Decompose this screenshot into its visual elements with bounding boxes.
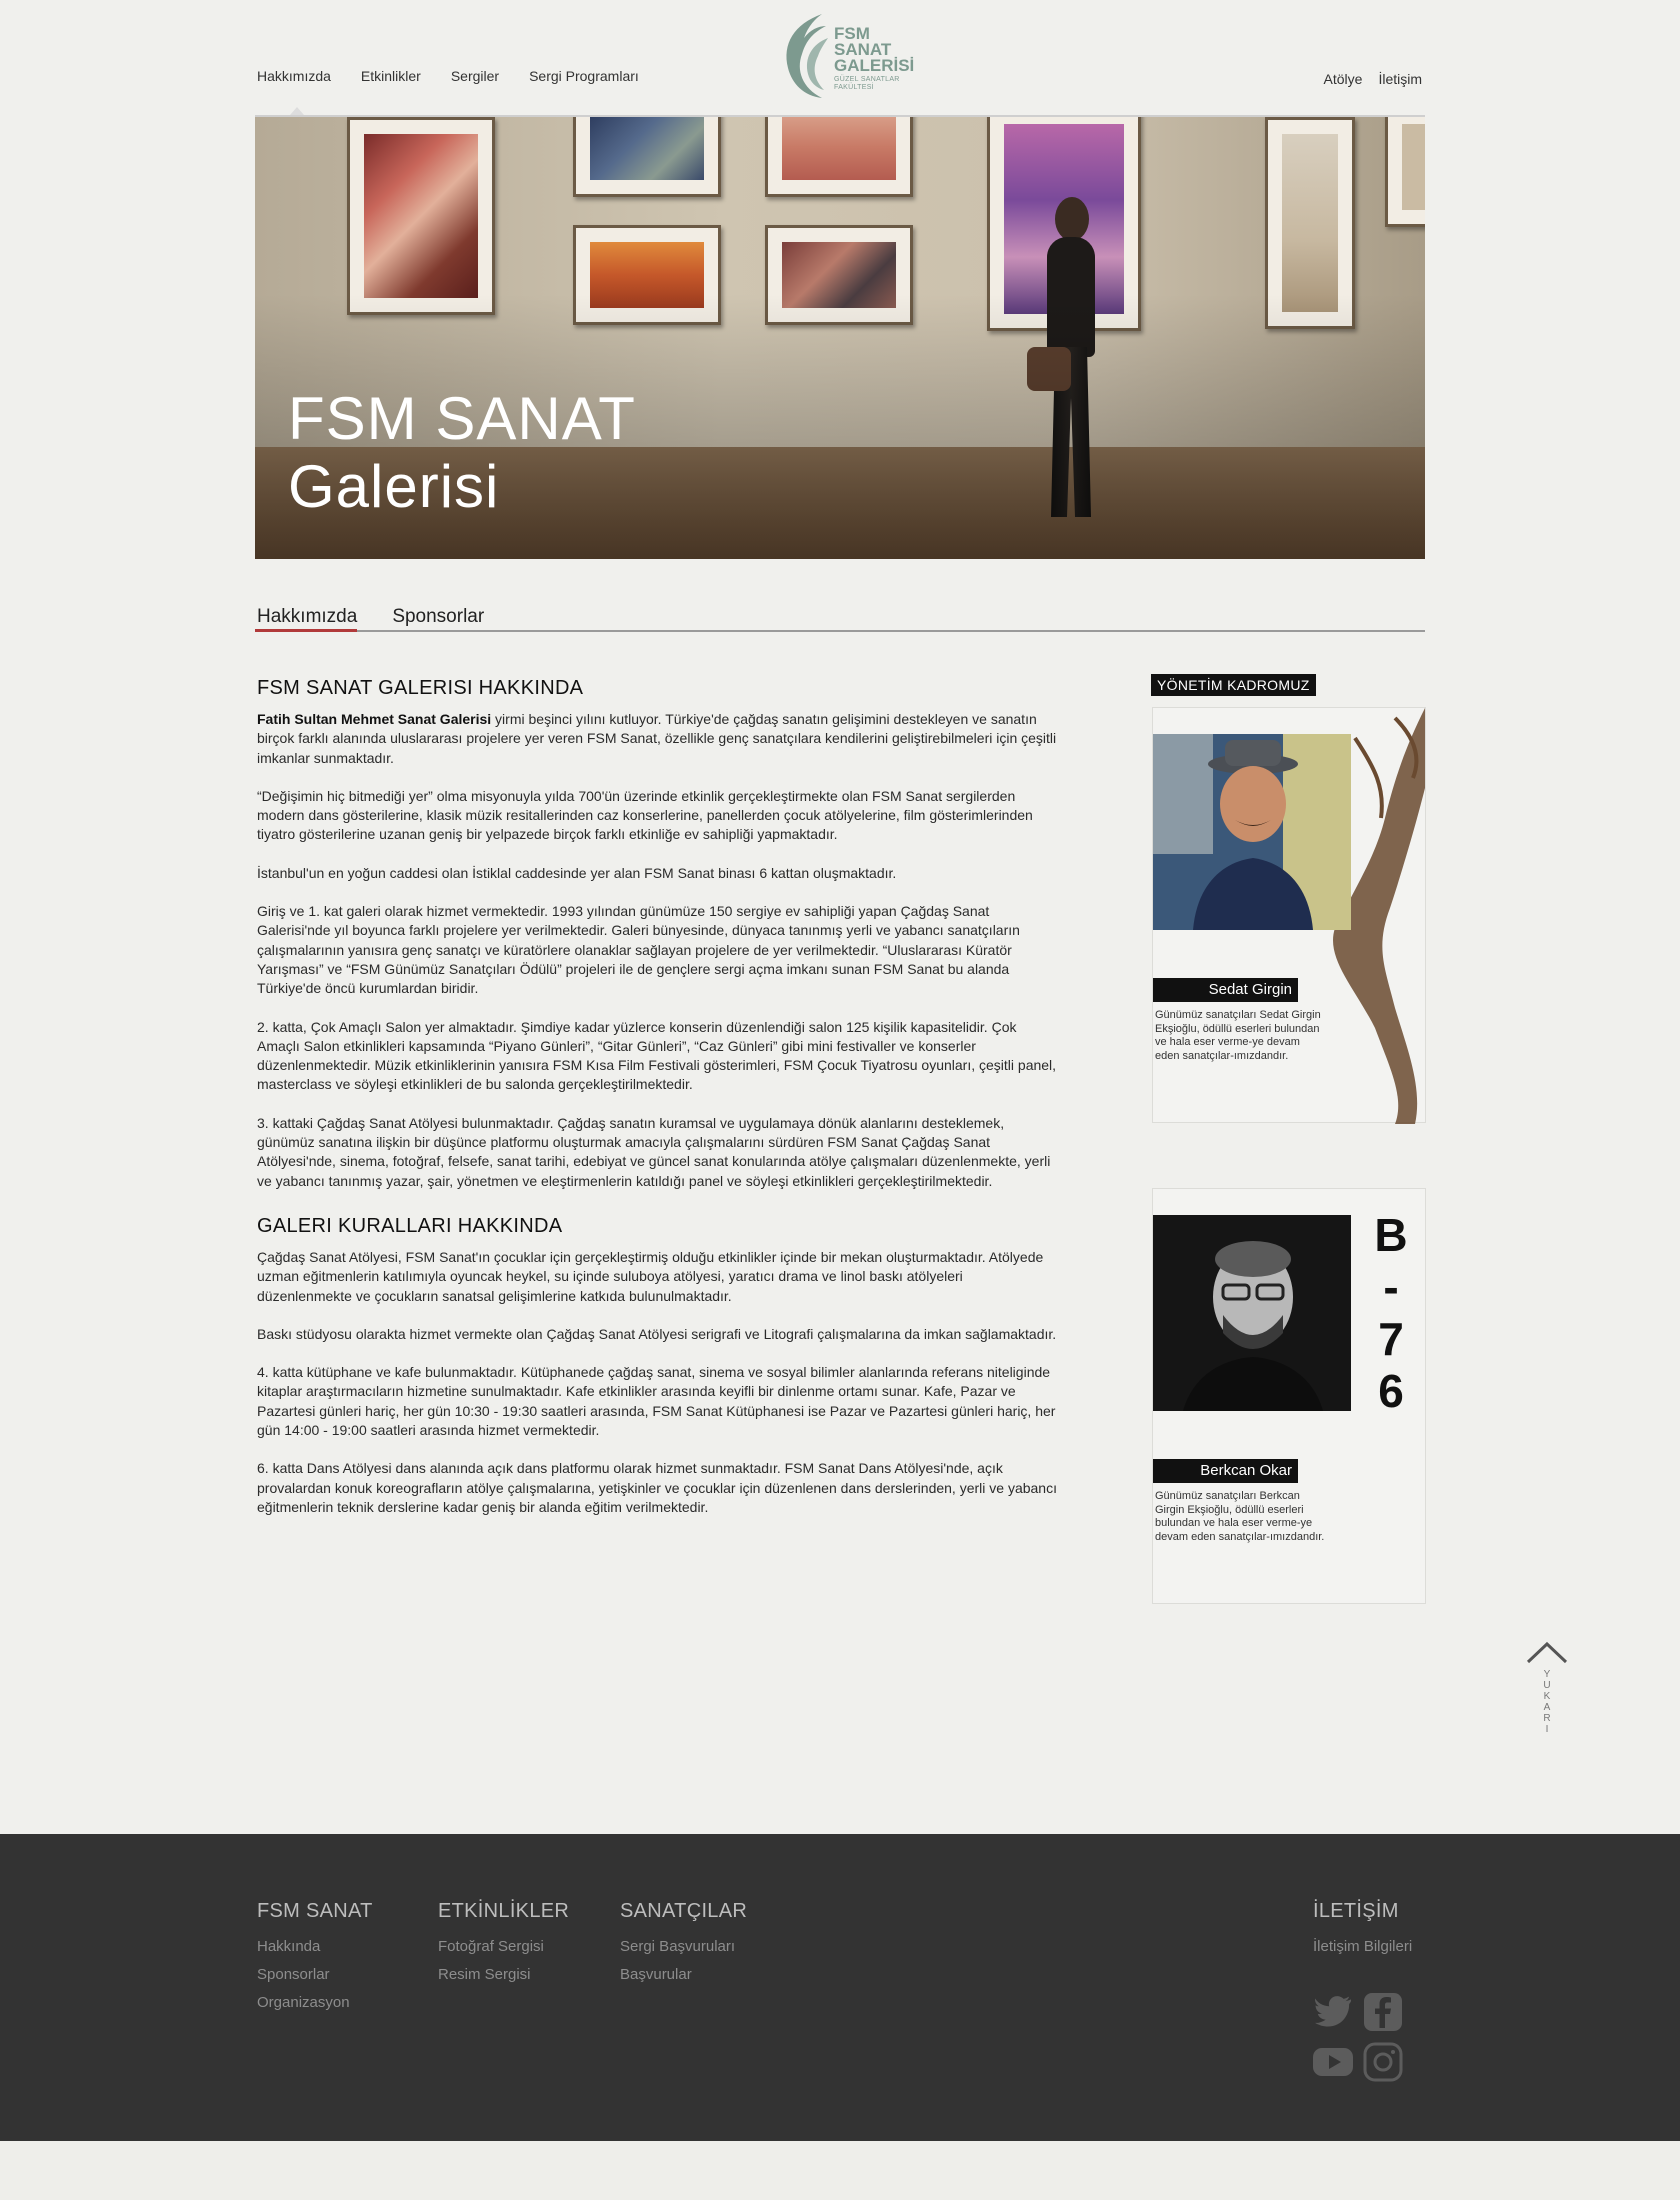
staff-name: Sedat Girgin [1153, 978, 1298, 1002]
staff-photo [1153, 1215, 1351, 1411]
portrait-sedat [1153, 734, 1351, 930]
logo-mark-icon [786, 14, 828, 98]
tab-hakkimizda[interactable]: Hakkımızda [257, 606, 357, 628]
active-tab-indicator [255, 629, 357, 632]
nav-hakkimizda[interactable]: Hakkımızda [257, 68, 331, 84]
footer-column-sanatcilar: SANATÇILAR Sergi Başvuruları Başvurular [620, 1900, 747, 1989]
staff-photo [1153, 734, 1351, 930]
footer-column-fsm: FSM SANAT Hakkında Sponsorlar Organizasy… [257, 1900, 373, 2017]
footer-column-etkinlikler: ETKİNLİKLER Fotoğraf Sergisi Resim Sergi… [438, 1900, 569, 1989]
logo-wordmark: FSM SANAT GALERİSİ [834, 25, 915, 75]
intro-bold: Fatih Sultan Mehmet Sanat Galerisi [257, 711, 492, 727]
footer-link[interactable]: İletişim Bilgileri [1313, 1933, 1412, 1961]
about-paragraph: 3. kattaki Çağdaş Sanat Atölyesi bulunma… [257, 1114, 1051, 1189]
nav-sergiler[interactable]: Sergiler [451, 68, 499, 84]
nav-iletisim[interactable]: İletişim [1378, 71, 1422, 87]
nav-sergi-programlari[interactable]: Sergi Programları [529, 68, 639, 84]
footer-column-iletisim: İLETİŞİM İletişim Bilgileri [1313, 1900, 1412, 1961]
logo-sub-2: FAKÜLTESİ [834, 84, 874, 91]
about-paragraph: “Değişimin hiç bitmediği yer” olma misyo… [257, 787, 1033, 843]
tabs-divider [255, 630, 1425, 632]
b76-badge: B - 7 6 [1371, 1209, 1411, 1417]
badge-char: 6 [1378, 1365, 1404, 1417]
about-article: FSM SANAT GALERISI HAKKINDA Fatih Sultan… [257, 677, 1057, 1536]
back-to-top-button[interactable]: Y U K A R I [1526, 1640, 1568, 1735]
staff-bio: Günümüz sanatçıları Berkcan Girgin Ekşio… [1155, 1490, 1325, 1543]
twitter-icon[interactable] [1313, 1992, 1353, 2032]
footer-link[interactable]: Sergi Başvuruları [620, 1933, 747, 1961]
hero-banner: FSM SANAT Galerisi [255, 117, 1425, 559]
badge-char: B [1374, 1209, 1408, 1261]
footer-heading: İLETİŞİM [1313, 1900, 1399, 1922]
secondary-nav: Atölye İletişim [1324, 71, 1422, 87]
rules-heading: GALERI KURALLARI HAKKINDA [257, 1214, 563, 1237]
logo-line-3: GALERİSİ [834, 56, 915, 75]
site-logo[interactable]: FSM SANAT GALERİSİ GÜZEL SANATLAR FAKÜLT… [774, 10, 914, 100]
label-char: R [1543, 1713, 1551, 1724]
logo-subtitle: GÜZEL SANATLAR FAKÜLTESİ [834, 76, 900, 92]
footer-bottom-bar [0, 2141, 1680, 2200]
nav-etkinlikler[interactable]: Etkinlikler [361, 68, 421, 84]
footer-heading: SANATÇILAR [620, 1900, 748, 1922]
staff-name: Berkcan Okar [1153, 1459, 1298, 1483]
footer-heading: FSM SANAT [257, 1900, 373, 1922]
label-char: Y [1543, 1669, 1551, 1680]
badge-char: - [1383, 1261, 1399, 1313]
rules-paragraph: Baskı stüdyosu olarakta hizmet vermekte … [257, 1325, 1057, 1342]
management-label: YÖNETİM KADROMUZ [1151, 674, 1316, 696]
logo-sub-1: GÜZEL SANATLAR [834, 76, 900, 83]
staff-card[interactable]: Sedat Girgin Günümüz sanatçıları Sedat G… [1152, 707, 1426, 1124]
instagram-icon[interactable] [1363, 2042, 1403, 2082]
rules-paragraph: 4. katta kütüphane ve kafe bulunmaktadır… [257, 1364, 1056, 1439]
footer-link[interactable]: Fotoğraf Sergisi [438, 1933, 569, 1961]
about-heading: FSM SANAT GALERISI HAKKINDA [257, 677, 584, 699]
portrait-berkcan [1153, 1215, 1351, 1411]
about-paragraph: İstanbul'un en yoğun caddesi olan İstikl… [257, 864, 897, 881]
youtube-icon[interactable] [1313, 2042, 1353, 2082]
nav-active-indicator [290, 107, 304, 115]
badge-char: 7 [1378, 1313, 1404, 1365]
staff-card[interactable]: B - 7 6 Berkcan Okar Günümüz sanatçıları… [1152, 1188, 1426, 1604]
site-footer: FSM SANAT Hakkında Sponsorlar Organizasy… [0, 1834, 1680, 2141]
hero-title: FSM SANAT Galerisi [288, 385, 636, 521]
hero-title-line2: Galerisi [288, 453, 500, 520]
rules-paragraph: Çağdaş Sanat Atölyesi, FSM Sanat'ın çocu… [257, 1248, 1044, 1304]
footer-heading: ETKİNLİKLER [438, 1900, 570, 1922]
footer-link[interactable]: Hakkında [257, 1933, 373, 1961]
intro-paragraph: Fatih Sultan Mehmet Sanat Galerisi yirmi… [257, 710, 1057, 768]
tab-sponsorlar[interactable]: Sponsorlar [392, 606, 484, 628]
nav-atolye[interactable]: Atölye [1324, 71, 1363, 87]
chevron-up-icon [1526, 1641, 1568, 1664]
content-tabs: Hakkımızda Sponsorlar [257, 606, 484, 628]
label-char: U [1543, 1680, 1551, 1691]
hero-title-line1: FSM SANAT [288, 385, 636, 452]
label-char: I [1545, 1724, 1549, 1735]
label-char: A [1543, 1702, 1551, 1713]
facebook-icon[interactable] [1363, 1992, 1403, 2032]
footer-link[interactable]: Organizasyon [257, 1989, 373, 2017]
rules-paragraph: 6. katta Dans Atölyesi dans alanında açı… [257, 1460, 1057, 1515]
back-to-top-label: Y U K A R I [1526, 1669, 1568, 1735]
about-paragraph: Giriş ve 1. kat galeri olarak hizmet ver… [257, 903, 1020, 997]
footer-link[interactable]: Resim Sergisi [438, 1961, 569, 1989]
footer-link[interactable]: Sponsorlar [257, 1961, 373, 1989]
label-char: K [1543, 1691, 1551, 1702]
footer-link[interactable]: Başvurular [620, 1961, 747, 1989]
staff-bio: Günümüz sanatçıları Sedat Girgin Ekşioğl… [1155, 1009, 1321, 1062]
about-paragraph: 2. katta, Çok Amaçlı Salon yer almaktadı… [257, 1018, 1057, 1093]
main-nav: Hakkımızda Etkinlikler Sergiler Sergi Pr… [257, 68, 669, 84]
